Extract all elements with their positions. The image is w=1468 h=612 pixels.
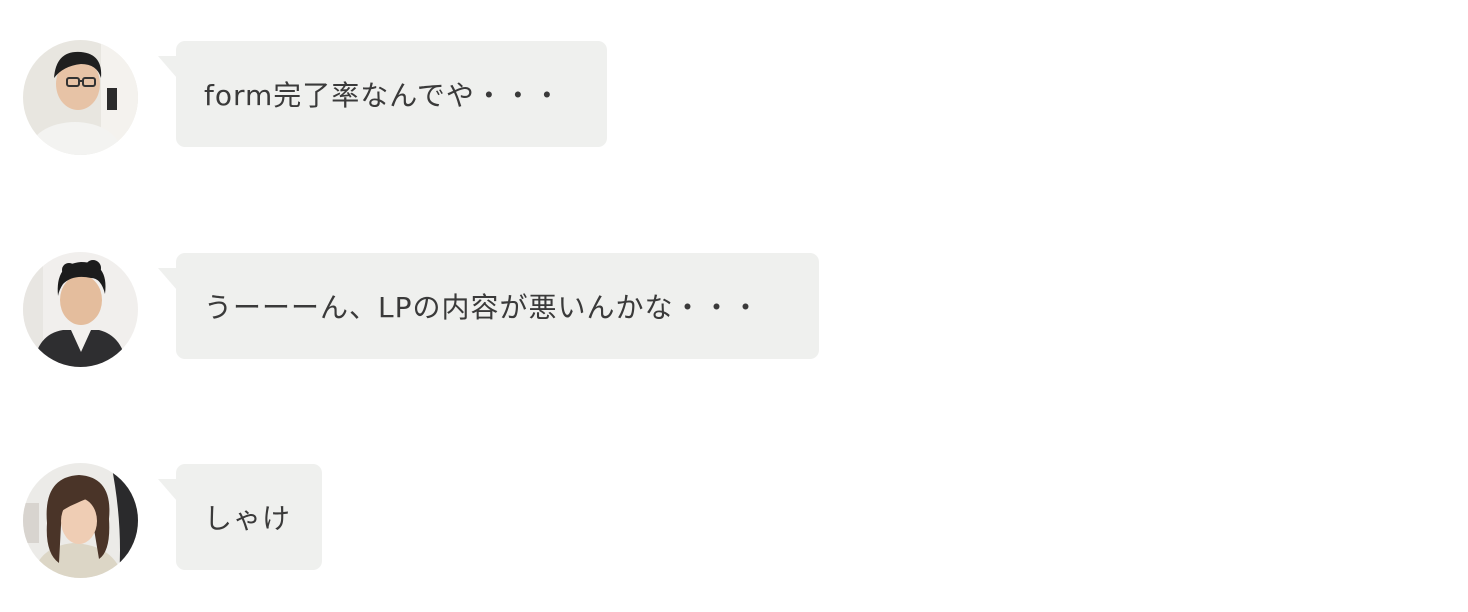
bubble-tail xyxy=(158,56,177,78)
message-text: form完了率なんでや・・・ xyxy=(204,79,562,112)
chat-message: うーーーん、LPの内容が悪いんかな・・・ xyxy=(0,252,1468,368)
message-bubble: しゃけ xyxy=(176,464,322,570)
chat-message: しゃけ xyxy=(0,463,1468,579)
person-long-hair-avatar xyxy=(23,463,138,578)
message-text: うーーーん、LPの内容が悪いんかな・・・ xyxy=(204,291,761,324)
chat-message: form完了率なんでや・・・ xyxy=(0,40,1468,156)
person-short-hair-avatar xyxy=(23,252,138,367)
bubble-tail xyxy=(158,479,177,501)
message-bubble: form完了率なんでや・・・ xyxy=(176,41,607,147)
bubble-tail xyxy=(158,268,177,290)
message-bubble: うーーーん、LPの内容が悪いんかな・・・ xyxy=(176,253,819,359)
person-glasses-avatar xyxy=(23,40,138,155)
chat-thread: form完了率なんでや・・・ うーーーん、LPの内容が悪いんかな・・・ しゃけ xyxy=(0,0,1468,612)
message-text: しゃけ xyxy=(204,502,292,535)
